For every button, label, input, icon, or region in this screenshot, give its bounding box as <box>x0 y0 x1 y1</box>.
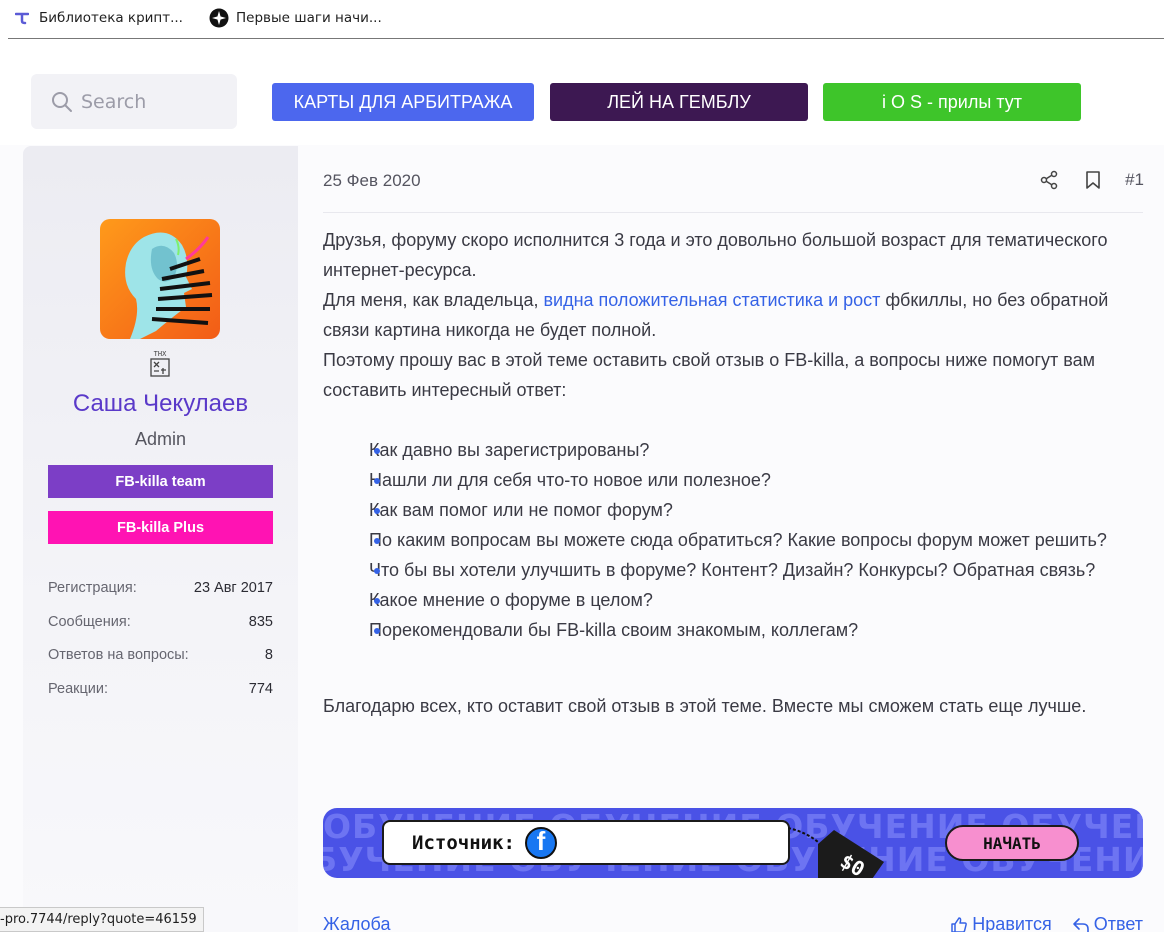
list-item: Порекомендовали бы FB-killa своим знаком… <box>323 615 1153 645</box>
search-placeholder: Search <box>81 90 147 113</box>
user-stats: Регистрация: 23 Авг 2017 Сообщения: 835 … <box>48 571 273 706</box>
stat-value: 835 <box>248 613 273 630</box>
list-item-text: Порекомендовали бы FB-killa своим знаком… <box>369 620 859 640</box>
list-item-text: Что бы вы хотели улучшить в форуме? Конт… <box>369 560 1096 580</box>
ad-start-button[interactable]: НАЧАТЬ <box>945 825 1079 861</box>
list-item: Как вам помог или не помог форум? <box>323 495 1153 525</box>
stat-row-messages: Сообщения: 835 <box>48 605 273 639</box>
facebook-icon: f <box>524 826 557 859</box>
list-item-text: По каким вопросам вы можете сюда обратит… <box>369 530 1107 550</box>
user-banner-plus: FB-killa Plus <box>48 511 273 544</box>
post-paragraph: Для меня, как владельца, видна положител… <box>323 285 1153 345</box>
post-header-divider <box>323 212 1143 213</box>
ad-source-box: Источник: f <box>382 820 790 865</box>
price-tag-icon: $0 <box>787 822 888 878</box>
thx-badge-icon[interactable]: THX <box>148 348 172 378</box>
stat-label: Реакции: <box>48 680 109 697</box>
post-footer: Жалоба Нравится Ответ <box>323 914 1143 932</box>
ad-banner[interactable]: ОБУЧЕНИЕ ОБУЧЕНИЕ ОБУЧЕНИЕ ОБУЧЕНИЕ ОБУЧ… <box>323 808 1143 878</box>
stat-value: 774 <box>248 680 273 697</box>
stat-label: Сообщения: <box>48 613 131 630</box>
list-item: По каким вопросам вы можете сюда обратит… <box>323 525 1153 555</box>
header-button-gambling[interactable]: ЛЕЙ НА ГЕМБЛУ <box>550 83 808 121</box>
list-item: Нашли ли для себя что-то новое или полез… <box>323 465 1153 495</box>
list-item-text: Как вам помог или не помог форум? <box>369 500 673 520</box>
bookmark-item-crypto-library[interactable]: Библиотека крипт... <box>0 0 183 36</box>
site-header: Search КАРТЫ ДЛЯ АРБИТРАЖА ЛЕЙ НА ГЕМБЛУ… <box>0 39 1164 145</box>
bookmark-label: Библиотека крипт... <box>39 10 183 26</box>
post-footer-actions: Нравится Ответ <box>950 914 1143 932</box>
reply-label: Ответ <box>1093 914 1143 932</box>
bookmarks-bar: Библиотека крипт... Первые шаги начи... <box>0 0 1164 36</box>
user-banner-team: FB-killa team <box>48 465 273 498</box>
user-name[interactable]: Саша Чекулаев <box>23 390 298 418</box>
stat-value: 8 <box>264 647 273 664</box>
list-item-text: Какое мнение о форуме в целом? <box>369 590 653 610</box>
post-text: Для меня, как владельца, <box>323 290 544 310</box>
question-list: Как давно вы зарегистрированы? Нашли ли … <box>323 435 1153 645</box>
header-button-arbitrage-cards[interactable]: КАРТЫ ДЛЯ АРБИТРАЖА <box>272 83 534 121</box>
thumbs-up-icon <box>951 916 968 932</box>
share-icon[interactable] <box>1037 168 1061 192</box>
report-link[interactable]: Жалоба <box>323 914 390 932</box>
post-paragraph: Друзья, форуму скоро исполнится 3 года и… <box>323 230 1108 280</box>
bookmark-icon[interactable] <box>1081 168 1105 192</box>
stat-label: Регистрация: <box>48 579 137 596</box>
list-item: Как давно вы зарегистрированы? <box>323 435 1153 465</box>
list-item-text: Как давно вы зарегистрированы? <box>369 440 650 460</box>
stat-row-answers: Ответов на вопросы: 8 <box>48 638 273 672</box>
post-paragraph: Благодарю всех, кто оставит свой отзыв в… <box>323 696 1087 716</box>
list-item: Что бы вы хотели улучшить в форуме? Конт… <box>323 555 1153 585</box>
reply-icon <box>1072 917 1089 932</box>
user-role: Admin <box>134 429 187 449</box>
ad-source-label: Источник: <box>412 831 515 854</box>
bookmark-item-first-steps[interactable]: Первые шаги начи... <box>197 0 382 36</box>
post-number-link[interactable]: #1 <box>1125 170 1144 190</box>
status-url-tooltip: -pro.7744/reply?quote=46159 <box>0 907 204 932</box>
thx-label: THX <box>154 350 167 358</box>
like-button[interactable]: Нравится <box>950 914 1052 932</box>
list-item-text: Нашли ли для себя что-то новое или полез… <box>369 470 771 490</box>
search-input[interactable]: Search <box>31 74 237 129</box>
stat-value: 23 Авг 2017 <box>193 579 273 596</box>
t-logo-icon <box>12 8 32 28</box>
list-item: Какое мнение о форуме в целом? <box>323 585 1153 615</box>
post-paragraph: Поэтому прошу вас в этой теме оставить с… <box>323 350 1096 400</box>
header-button-ios-apps[interactable]: i O S - прилы тут <box>823 83 1081 121</box>
stat-row-reactions: Реакции: 774 <box>48 672 273 706</box>
statistics-link[interactable]: видна положительная статистика и рост <box>543 290 880 310</box>
user-info-panel: THX Саша Чекулаев Admin FB-killa team FB… <box>23 146 298 932</box>
stat-row-registration: Регистрация: 23 Авг 2017 <box>48 571 273 605</box>
reply-button[interactable]: Ответ <box>1072 914 1143 932</box>
stat-label: Ответов на вопросы: <box>48 647 189 664</box>
search-icon <box>51 91 73 113</box>
post-body: Друзья, форуму скоро исполнится 3 года и… <box>323 225 1153 721</box>
avatar[interactable] <box>100 219 220 339</box>
like-label: Нравится <box>972 914 1052 932</box>
post-date[interactable]: 25 Фев 2020 <box>323 171 421 191</box>
post-message: 25 Фев 2020 #1 Друзья, форуму скоро испо… <box>298 146 1164 932</box>
compass-icon <box>209 8 229 28</box>
bookmark-label: Первые шаги начи... <box>235 10 382 26</box>
post-actions: #1 <box>1037 168 1144 192</box>
